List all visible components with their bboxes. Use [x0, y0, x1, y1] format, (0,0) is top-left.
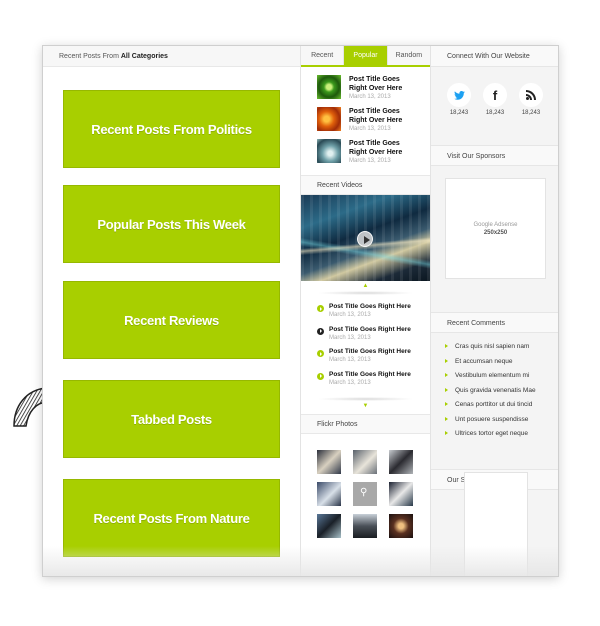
- post-date: March 13, 2013: [349, 94, 391, 100]
- recent-comments-heading: Recent Comments: [431, 312, 558, 333]
- connect-heading: Connect With Our Website: [431, 46, 558, 67]
- social-links: 18,243 f 18,243 18,243: [431, 67, 558, 145]
- bullet-icon: [445, 402, 448, 406]
- tab-popular[interactable]: Popular: [344, 46, 388, 65]
- widget-box-politics[interactable]: Recent Posts From Politics: [63, 90, 280, 168]
- post-title[interactable]: Right Over Here: [349, 84, 402, 93]
- flickr-photo[interactable]: [389, 514, 413, 538]
- list-item[interactable]: Post Title Goes Right Here March 13, 201…: [317, 326, 430, 349]
- facebook-count: 18,243: [485, 110, 505, 116]
- video-thumbnail[interactable]: [301, 195, 430, 281]
- play-bullet-icon: [317, 350, 324, 357]
- social-facebook[interactable]: f 18,243: [483, 83, 507, 145]
- comment-item[interactable]: Vestibulum elementum mi: [445, 372, 558, 387]
- flickr-photo-hover[interactable]: ⚲: [353, 482, 377, 506]
- video-title[interactable]: Post Title Goes Right Here: [329, 326, 411, 334]
- rss-count: 18,243: [521, 110, 541, 116]
- flickr-photo[interactable]: [389, 450, 413, 474]
- social-rss[interactable]: 18,243: [519, 83, 543, 145]
- sponsor-banner-placeholder[interactable]: [464, 472, 528, 576]
- flickr-photo[interactable]: [353, 514, 377, 538]
- tab-random[interactable]: Random: [388, 46, 430, 65]
- header-prefix: Recent Posts From: [59, 53, 119, 60]
- zoom-icon: ⚲: [360, 487, 368, 498]
- flickr-photos-heading: Flickr Photos: [301, 414, 430, 434]
- twitter-count: 18,243: [449, 110, 469, 116]
- bullet-icon: [445, 373, 448, 377]
- list-item[interactable]: Post Title Goes Right Here March 13, 201…: [317, 303, 430, 326]
- comment-item[interactable]: Cenas porttitor ut dui tincid: [445, 401, 558, 416]
- post-title[interactable]: Right Over Here: [349, 148, 402, 157]
- bullet-icon: [445, 344, 448, 348]
- tab-recent[interactable]: Recent: [301, 46, 345, 65]
- visit-sponsors-heading: Visit Our Sponsors: [431, 145, 558, 166]
- tabbed-widget-column: Recent Popular Random Post Title Goes Ri…: [301, 46, 431, 576]
- list-item[interactable]: Post Title Goes Right Over Here March 13…: [317, 139, 430, 171]
- flickr-gallery: ⚲: [301, 434, 430, 538]
- list-item[interactable]: Post Title Goes Right Over Here March 13…: [317, 107, 430, 139]
- post-title[interactable]: Post Title Goes: [349, 75, 402, 84]
- flickr-photo[interactable]: [317, 514, 341, 538]
- comment-item[interactable]: Unt posuere suspendisse: [445, 416, 558, 431]
- play-icon[interactable]: [357, 231, 373, 247]
- flickr-photo[interactable]: [389, 482, 413, 506]
- category-filter[interactable]: All Categories: [121, 53, 168, 60]
- list-item[interactable]: Post Title Goes Right Here March 13, 201…: [317, 348, 430, 371]
- rss-icon[interactable]: [519, 83, 543, 107]
- column-header: Recent Posts From All Categories: [43, 46, 300, 67]
- post-thumbnail[interactable]: [317, 107, 341, 131]
- post-thumbnail[interactable]: [317, 75, 341, 99]
- recent-videos-heading: Recent Videos: [301, 175, 430, 195]
- facebook-icon[interactable]: f: [483, 83, 507, 107]
- twitter-icon[interactable]: [447, 83, 471, 107]
- video-date: March 13, 2013: [329, 312, 371, 318]
- post-date: March 13, 2013: [349, 126, 391, 132]
- video-date: March 13, 2013: [329, 334, 371, 341]
- comment-item[interactable]: Cras quis nisl sapien nam: [445, 343, 558, 358]
- flickr-photo[interactable]: [317, 450, 341, 474]
- widget-box-tabbed[interactable]: Tabbed Posts: [63, 380, 280, 458]
- play-bullet-icon: [317, 372, 324, 380]
- flickr-photo[interactable]: [317, 482, 341, 506]
- recent-comments-list: Cras quis nisl sapien nam Et accumsan ne…: [431, 333, 558, 469]
- list-item[interactable]: Post Title Goes Right Here March 13, 201…: [317, 371, 430, 394]
- widget-box-popular[interactable]: Popular Posts This Week: [63, 185, 280, 263]
- post-thumbnail[interactable]: [317, 139, 341, 163]
- flickr-photo[interactable]: [353, 450, 377, 474]
- ad-placeholder[interactable]: Google Adsense 250x250: [445, 178, 546, 279]
- widget-box-reviews[interactable]: Recent Reviews: [63, 281, 280, 359]
- sidebar-column: Connect With Our Website 18,243 f 18,243…: [431, 46, 558, 576]
- ad-size: 250x250: [483, 229, 508, 236]
- ad-label: Google Adsense: [473, 221, 518, 228]
- bullet-icon: [445, 431, 448, 435]
- video-list: Post Title Goes Right Here March 13, 201…: [301, 295, 430, 397]
- video-title[interactable]: Post Title Goes Right Here: [329, 371, 411, 379]
- ad-container: Google Adsense 250x250: [431, 166, 558, 312]
- scroll-down-arrow-icon[interactable]: ▼: [301, 401, 430, 411]
- list-item[interactable]: Post Title Goes Right Over Here March 13…: [317, 75, 430, 107]
- bullet-icon: [445, 358, 448, 363]
- recent-posts-column: Recent Posts From All Categories Recent …: [43, 46, 301, 576]
- popular-posts-list: Post Title Goes Right Over Here March 13…: [301, 67, 430, 171]
- comment-item[interactable]: Quis gravida venenatis Mae: [445, 387, 558, 402]
- video-date: March 13, 2013: [329, 379, 371, 386]
- play-bullet-icon: [317, 305, 324, 312]
- post-title[interactable]: Right Over Here: [349, 116, 402, 125]
- bullet-icon: [445, 416, 448, 421]
- play-bullet-icon: [317, 327, 324, 335]
- comment-item[interactable]: Et accumsan neque: [445, 358, 558, 373]
- video-title[interactable]: Post Title Goes Right Here: [329, 303, 411, 311]
- post-date: March 13, 2013: [349, 158, 391, 164]
- social-twitter[interactable]: 18,243: [447, 83, 471, 145]
- post-title[interactable]: Post Title Goes: [349, 139, 402, 148]
- bullet-icon: [445, 387, 448, 392]
- tab-bar: Recent Popular Random: [301, 46, 430, 67]
- video-title[interactable]: Post Title Goes Right Here: [329, 348, 411, 356]
- video-date: March 13, 2013: [329, 357, 371, 363]
- post-title[interactable]: Post Title Goes: [349, 107, 402, 116]
- comment-item[interactable]: Ultrices tortor eget neque: [445, 430, 558, 445]
- scroll-up-arrow-icon[interactable]: ▲: [301, 281, 430, 291]
- widget-box-nature[interactable]: Recent Posts From Nature: [63, 479, 280, 557]
- widget-showcase-frame: Recent Posts From All Categories Recent …: [42, 45, 559, 577]
